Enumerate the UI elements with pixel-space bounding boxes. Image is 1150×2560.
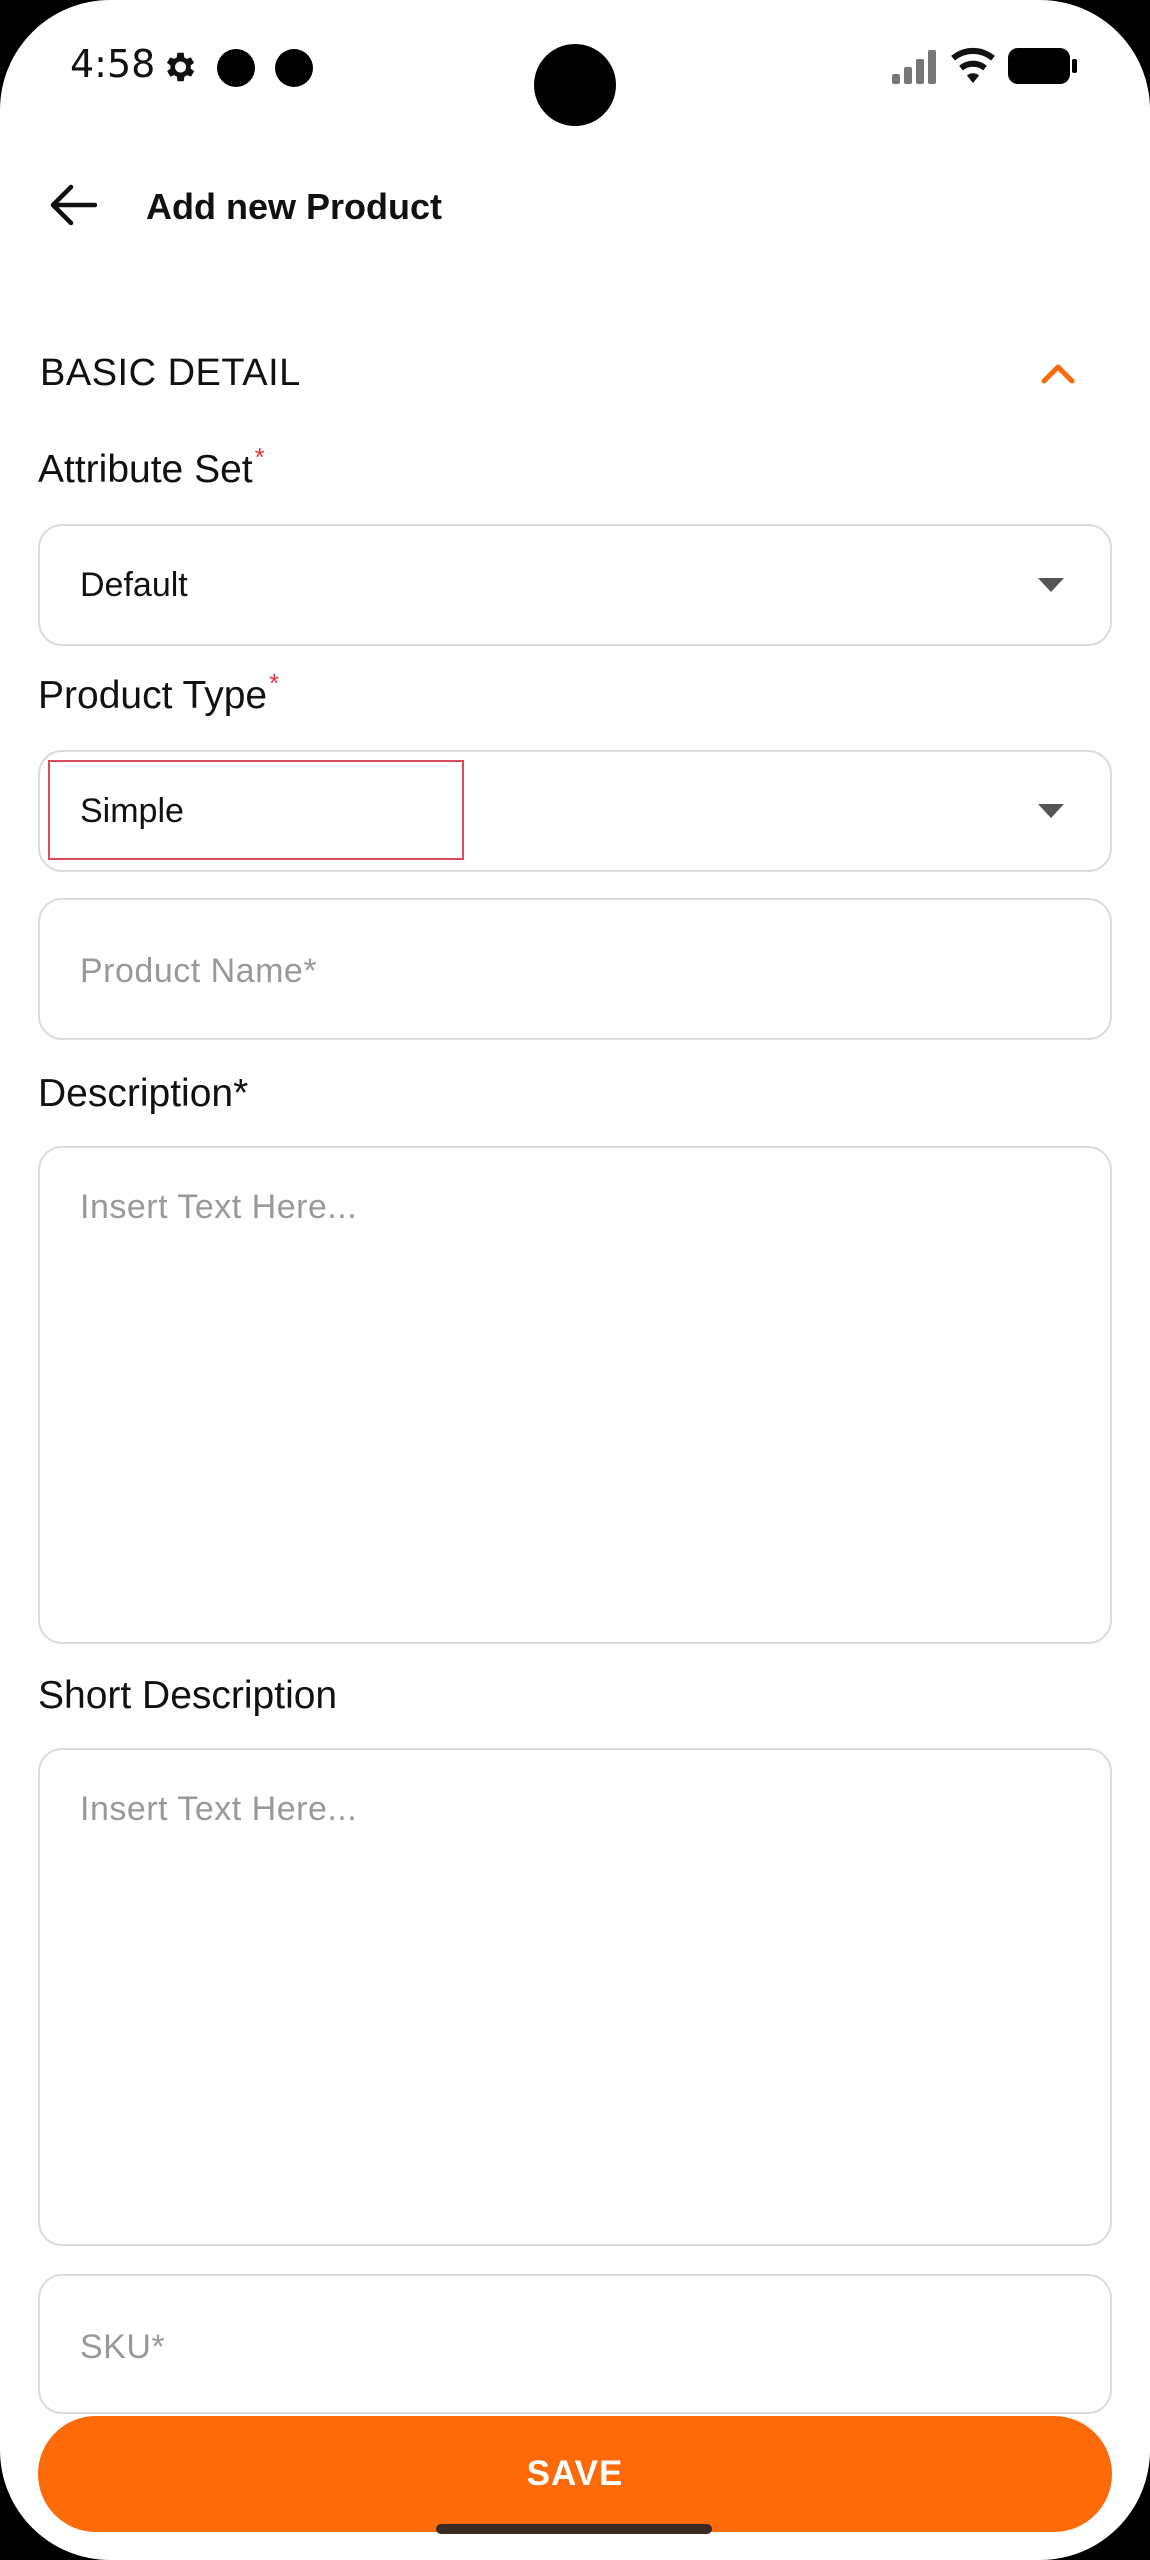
save-button[interactable]: SAVE [38, 2416, 1112, 2532]
home-indicator[interactable] [436, 2524, 712, 2534]
short-description-textarea[interactable]: Insert Text Here... [38, 1748, 1112, 2246]
product-name-input[interactable]: Product Name* [38, 898, 1112, 1040]
dot-icon [274, 48, 314, 93]
description-placeholder: Insert Text Here... [80, 1188, 358, 1226]
attribute-set-select[interactable]: Default [38, 524, 1112, 646]
attribute-set-label-text: Attribute Set [38, 448, 253, 491]
required-mark: * [269, 668, 280, 698]
section-title: BASIC DETAIL [40, 352, 301, 394]
product-name-placeholder: Product Name* [80, 952, 318, 990]
short-description-placeholder: Insert Text Here... [80, 1790, 358, 1828]
wifi-icon [950, 46, 996, 89]
description-label: Description* [38, 1072, 249, 1115]
signal-icon [892, 50, 938, 89]
arrow-left-icon [49, 184, 98, 231]
status-time: 4:58 [70, 42, 156, 86]
product-type-label-text: Product Type [38, 674, 268, 717]
dot-icon [216, 48, 256, 93]
page-title: Add new Product [146, 186, 442, 227]
product-type-label: Product Type* [38, 668, 279, 718]
collapse-button[interactable] [1030, 350, 1086, 400]
focus-highlight [48, 760, 464, 860]
dropdown-arrow-icon [1036, 576, 1066, 596]
attribute-set-value: Default [80, 566, 188, 604]
required-mark: * [254, 442, 265, 472]
back-button[interactable] [38, 172, 108, 242]
chevron-up-icon [1041, 362, 1075, 389]
dropdown-arrow-icon [1036, 802, 1066, 822]
sku-placeholder: SKU* [80, 2328, 166, 2366]
short-description-label: Short Description [38, 1674, 338, 1717]
camera-cutout [534, 44, 616, 126]
status-bar: 4:58 [0, 0, 1150, 140]
gear-icon [160, 48, 198, 91]
description-textarea[interactable]: Insert Text Here... [38, 1146, 1112, 1644]
attribute-set-label: Attribute Set* [38, 442, 265, 492]
device-screen: 4:58 Add new Product BASIC DETAIL Attrib… [0, 0, 1150, 2560]
sku-input[interactable]: SKU* [38, 2274, 1112, 2414]
battery-icon [1008, 48, 1078, 89]
